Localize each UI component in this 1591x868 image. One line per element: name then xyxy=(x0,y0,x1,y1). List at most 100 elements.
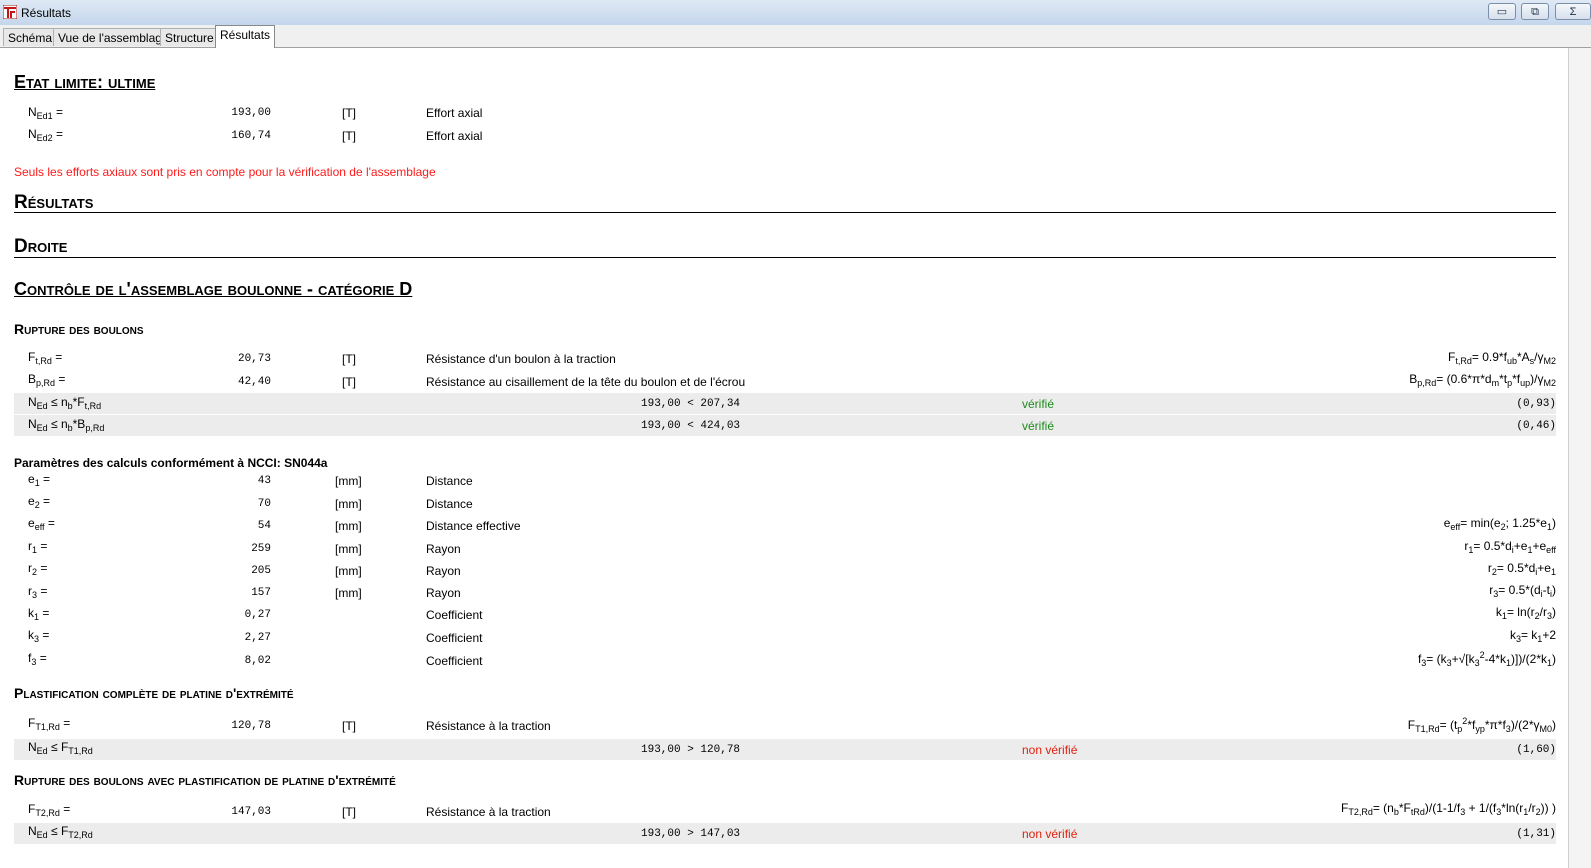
param-unit: [mm] xyxy=(335,586,362,600)
param-description: Rayon xyxy=(426,564,461,578)
formula: f3= (k3+√[k32-4*k1)])/(2*k1) xyxy=(1417,650,1556,668)
results-content: Etat limite: ultime NEd1 = 193,00 [T] Ef… xyxy=(0,48,1568,868)
param-value: 70 xyxy=(257,498,271,510)
param-unit: [mm] xyxy=(335,497,362,511)
param-symbol: k3 = xyxy=(28,628,50,644)
param-description: Coefficient xyxy=(426,608,483,622)
param-unit: [T] xyxy=(342,352,356,366)
param-description: Coefficient xyxy=(426,654,483,668)
param-value: 0,27 xyxy=(244,609,271,621)
param-value: 205 xyxy=(251,565,271,577)
param-symbol: FT2,Rd = xyxy=(28,802,71,818)
subsection-heading-plastification: Plastification complète de platine d'ext… xyxy=(14,685,294,701)
param-value: 20,73 xyxy=(237,353,271,365)
formula: Ft,Rd= 0.9*fub*As/γM2 xyxy=(1448,350,1556,366)
param-value: 160,74 xyxy=(231,130,271,142)
param-value: 42,40 xyxy=(237,376,271,388)
param-unit: [T] xyxy=(342,719,356,733)
formula: eeff= min(e2; 1.25*e1) xyxy=(1443,516,1556,532)
param-value: 54 xyxy=(257,520,271,532)
param-value: 120,78 xyxy=(231,720,271,732)
param-description: Résistance d'un boulon à la traction xyxy=(426,352,616,366)
check-label: NEd ≤ FT1,Rd xyxy=(28,740,93,756)
tab-schema[interactable]: Schéma xyxy=(3,28,58,46)
formula: r2= 0.5*di+e1 xyxy=(1487,561,1556,577)
check-ratio: (1,31) xyxy=(1516,828,1556,840)
param-symbol: e1 = xyxy=(28,472,51,488)
formula: k3= k1+2 xyxy=(1509,628,1556,644)
param-value: 193,00 xyxy=(231,107,271,119)
check-comparison: 193,00 > 120,78 xyxy=(641,744,741,756)
subsection-heading-rupture-plastification: Rupture des boulons avec plastification … xyxy=(14,772,396,788)
formula: Bp,Rd= (0.6*π*dm*tp*fup)/γM2 xyxy=(1409,372,1556,388)
check-row xyxy=(14,823,1556,844)
param-description: Rayon xyxy=(426,586,461,600)
check-comparison: 193,00 > 147,03 xyxy=(641,828,741,840)
close-button[interactable]: Σ xyxy=(1555,3,1591,20)
check-ratio: (0,46) xyxy=(1516,420,1556,432)
check-comparison: 193,00 < 207,34 xyxy=(641,398,741,410)
param-unit: [mm] xyxy=(335,519,362,533)
tab-vue-assemblage[interactable]: Vue de l'assemblage xyxy=(53,28,174,46)
param-unit: [mm] xyxy=(335,474,362,488)
param-symbol: r3 = xyxy=(28,584,48,600)
formula: k1= ln(r2/r3) xyxy=(1495,605,1556,621)
param-unit: [T] xyxy=(342,375,356,389)
param-symbol: f3 = xyxy=(28,651,47,667)
param-description: Résistance à la traction xyxy=(426,719,551,733)
close-icon: Σ xyxy=(1569,6,1577,18)
param-value: 147,03 xyxy=(231,806,271,818)
formula: FT2,Rd= (nb*FtRd)/(1-1/f3 + 1/(f3*ln(r1/… xyxy=(1340,801,1556,817)
param-description: Résistance au cisaillement de la tête du… xyxy=(426,375,746,389)
minimize-button[interactable]: ▭ xyxy=(1488,3,1516,20)
param-symbol: eeff = xyxy=(28,516,55,532)
param-symbol: r1 = xyxy=(28,539,48,555)
param-value: 8,02 xyxy=(244,655,271,667)
param-symbol: FT1,Rd = xyxy=(28,716,71,732)
subsection-heading-rupture: Rupture des boulons xyxy=(14,321,144,337)
param-description: Rayon xyxy=(426,542,461,556)
param-symbol: NEd1 = xyxy=(28,105,64,121)
window-title: Résultats xyxy=(21,6,72,20)
param-unit: [T] xyxy=(342,106,356,120)
app-icon xyxy=(3,5,17,19)
warning-message: Seuls les efforts axiaux sont pris en co… xyxy=(14,165,436,179)
check-row xyxy=(14,739,1556,760)
restore-button[interactable]: ⧉ xyxy=(1521,3,1549,20)
section-heading-resultats: Résultats xyxy=(14,192,94,213)
formula: FT1,Rd= (tp2*fyp*π*f3)/(2*γM0) xyxy=(1407,716,1556,734)
check-status: vérifié xyxy=(1022,397,1055,411)
section-heading-droite: Droite xyxy=(14,236,68,257)
check-label: NEd ≤ nb*Bp,Rd xyxy=(28,417,105,433)
param-description: Coefficient xyxy=(426,631,483,645)
vertical-scrollbar[interactable] xyxy=(1568,48,1591,868)
param-unit: [mm] xyxy=(335,542,362,556)
tab-resultats[interactable]: Résultats xyxy=(215,25,276,48)
formula: r3= 0.5*(di-ti) xyxy=(1489,583,1556,599)
check-ratio: (0,93) xyxy=(1516,398,1556,410)
param-description: Résistance à la traction xyxy=(426,805,551,819)
param-symbol: e2 = xyxy=(28,494,51,510)
check-comparison: 193,00 < 424,03 xyxy=(641,420,741,432)
title-bar: Résultats ▭ ⧉ Σ xyxy=(0,0,1591,26)
check-row xyxy=(14,415,1556,436)
check-ratio: (1,60) xyxy=(1516,744,1556,756)
param-description: Distance xyxy=(426,497,473,511)
param-symbol: Bp,Rd = xyxy=(28,372,66,388)
restore-icon: ⧉ xyxy=(1531,6,1539,18)
check-row xyxy=(14,393,1556,414)
param-symbol: k1 = xyxy=(28,606,50,622)
check-status: non vérifié xyxy=(1022,827,1078,841)
param-description: Distance xyxy=(426,474,473,488)
section-heading-elu: Etat limite: ultime xyxy=(14,72,156,92)
param-symbol: NEd2 = xyxy=(28,127,64,143)
param-description: Effort axial xyxy=(426,129,483,143)
param-value: 259 xyxy=(251,543,271,555)
param-description: Effort axial xyxy=(426,106,483,120)
check-label: NEd ≤ nb*Ft,Rd xyxy=(28,395,102,411)
tab-structure[interactable]: Structure xyxy=(160,28,219,46)
param-description: Distance effective xyxy=(426,519,521,533)
formula: r1= 0.5*di+e1+eeff xyxy=(1464,539,1556,555)
param-value: 43 xyxy=(257,475,271,487)
param-symbol: Ft,Rd = xyxy=(28,350,63,366)
